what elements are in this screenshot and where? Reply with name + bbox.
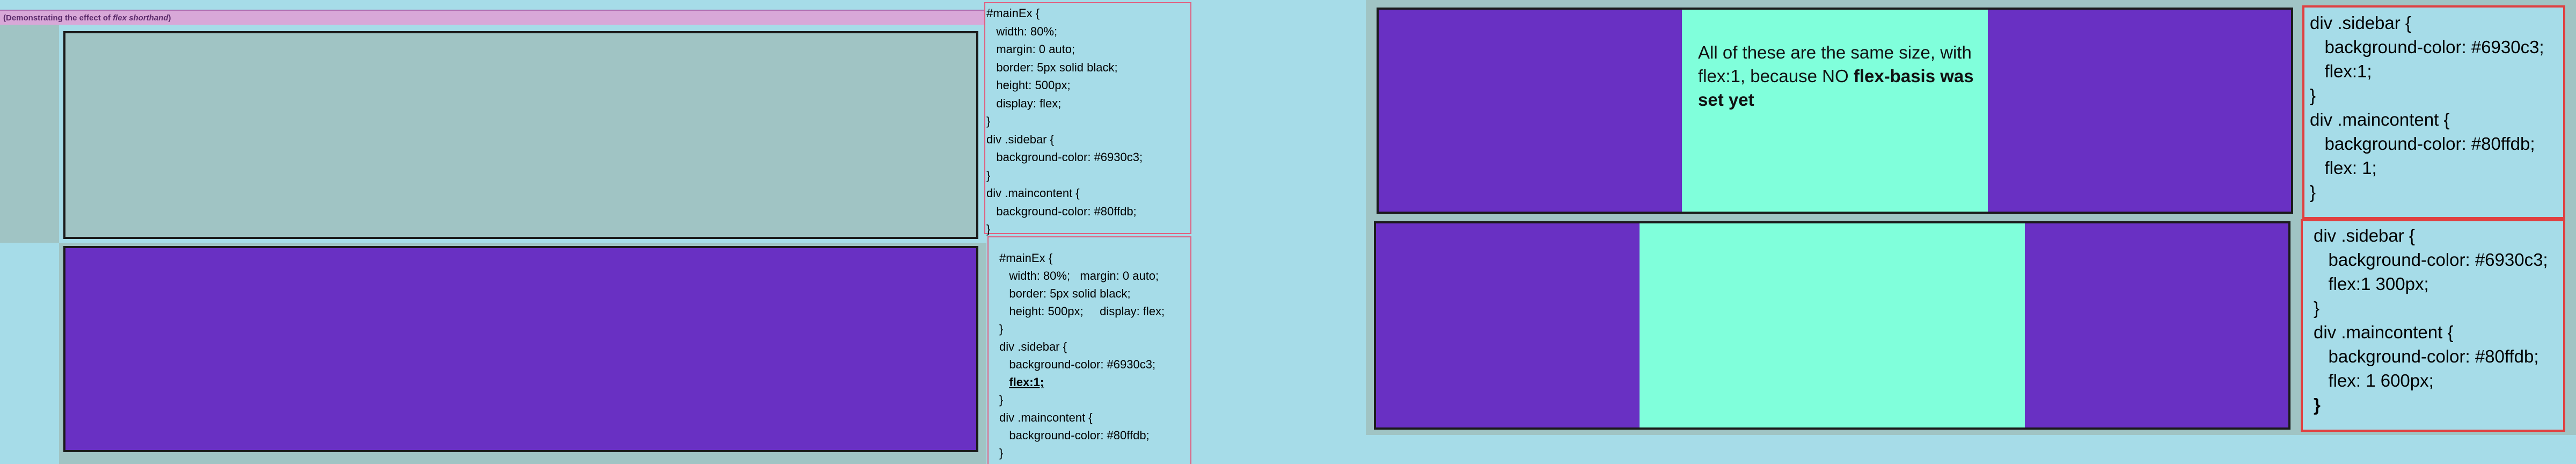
code-line: border: 5px solid black; xyxy=(999,287,1131,300)
code-line: background-color: #80ffdb; xyxy=(986,204,1137,218)
code-line: background-color: #6930c3; xyxy=(999,358,1156,371)
code-line: height: 500px; xyxy=(986,78,1071,92)
code-line: } xyxy=(986,168,991,182)
code-line: div .sidebar { xyxy=(2310,13,2411,33)
code-line: background-color: #6930c3; xyxy=(986,150,1143,164)
css-snippet-flex-basis: div .sidebar { background-color: #6930c3… xyxy=(2301,219,2565,432)
code-line: div .sidebar { xyxy=(2314,226,2415,245)
code-line: background-color: #6930c3; xyxy=(2314,250,2548,270)
code-line: background-color: #80ffdb; xyxy=(999,429,1150,442)
code-line: margin: 0 auto; xyxy=(986,42,1075,56)
code-line: #mainEx { xyxy=(999,251,1053,265)
css-snippet-base: #mainEx { width: 80%; margin: 0 auto; bo… xyxy=(984,2,1191,236)
flex-equal-maincontent: All of these are the same size, with fle… xyxy=(1682,10,1988,212)
flex-highlight: flex:1; xyxy=(1009,375,1044,389)
code-line: flex:1 300px; xyxy=(2314,274,2429,294)
left-gray-strip xyxy=(0,15,59,243)
code-line: } xyxy=(999,393,1004,407)
code-line: background-color: #80ffdb; xyxy=(2310,134,2535,154)
demo-banner-text: (Demonstrating the effect of flex shorth… xyxy=(3,13,171,23)
flex-basis-maincontent xyxy=(1640,223,2025,427)
code-line: div .maincontent { xyxy=(986,186,1080,200)
code-line: div .maincontent { xyxy=(2314,322,2454,342)
code-line: display: flex; xyxy=(986,96,1062,110)
code-line: } xyxy=(986,114,991,128)
code-line: } xyxy=(2314,298,2320,318)
code-line: background-color: #6930c3; xyxy=(2310,37,2544,57)
code-line: border: 5px solid black; xyxy=(986,60,1118,74)
code-line: width: 80%; margin: 0 auto; xyxy=(999,269,1159,282)
mainex-flex1-demo xyxy=(63,246,978,452)
code-line: } xyxy=(999,322,1004,336)
code-line: } xyxy=(2310,182,2316,202)
code-line: background-color: #80ffdb; xyxy=(2314,346,2539,366)
demo-banner: (Demonstrating the effect of flex shorth… xyxy=(0,10,986,25)
css-snippet-flex-equal: div .sidebar { background-color: #6930c3… xyxy=(2302,5,2565,219)
code-line: } xyxy=(2314,395,2321,415)
css-snippet-flex1: #mainEx { width: 80%; margin: 0 auto; bo… xyxy=(987,236,1191,464)
code-line: div .sidebar { xyxy=(986,132,1054,146)
code-line: #mainEx { xyxy=(986,6,1040,20)
code-line: width: 80%; xyxy=(986,24,1058,38)
code-line: div .sidebar { xyxy=(999,340,1067,353)
code-line: } xyxy=(999,446,1004,460)
code-line: div .maincontent { xyxy=(999,411,1093,424)
code-line: flex: 1; xyxy=(2310,158,2377,178)
mainex-empty-demo xyxy=(63,31,978,239)
code-line-flex: flex:1; xyxy=(999,373,1190,391)
code-line: } xyxy=(2310,85,2316,105)
code-line: div .maincontent { xyxy=(2310,110,2450,129)
code-line: flex: 1 600px; xyxy=(2314,371,2434,390)
code-line: height: 500px; display: flex; xyxy=(999,305,1165,318)
code-line: flex:1; xyxy=(2310,61,2372,81)
code-line: } xyxy=(986,222,991,236)
